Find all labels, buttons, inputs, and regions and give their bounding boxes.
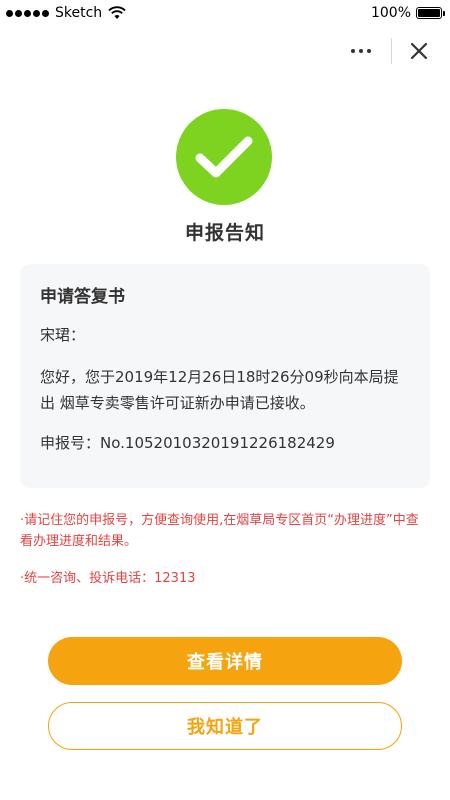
card-recipient: 宋珺： bbox=[40, 326, 86, 344]
card-body: 您好，您于2019年12月26日18时26分09秒向本局提出 烟草专卖零售许可证… bbox=[40, 368, 399, 412]
battery-percent: 100% bbox=[370, 5, 411, 21]
signal-icon bbox=[6, 9, 49, 17]
close-icon[interactable] bbox=[404, 36, 434, 66]
application-number-label: 申报号： bbox=[40, 434, 101, 452]
status-bar: Sketch 100% bbox=[0, 0, 450, 26]
notice-card: 申请答复书 宋珺： 您好，您于2019年12月26日18时26分09秒向本局提出… bbox=[20, 264, 430, 488]
application-number-value: No.1052010320191226182429 bbox=[100, 434, 335, 452]
checkmark-icon bbox=[195, 136, 253, 178]
nav-divider bbox=[391, 38, 392, 64]
success-badge bbox=[176, 109, 272, 205]
battery-icon bbox=[416, 7, 445, 19]
view-details-button[interactable]: 查看详情 bbox=[48, 637, 402, 685]
application-number: 申报号：No.1052010320191226182429 bbox=[40, 432, 410, 454]
more-dots-icon[interactable] bbox=[343, 36, 379, 66]
tip-remember-number: ·请记住您的申报号，方便查询使用,在烟草局专区首页“办理进度”中查看办理进度和结… bbox=[20, 513, 419, 549]
nav-actions bbox=[343, 36, 434, 66]
wifi-icon bbox=[108, 6, 126, 19]
page-title: 申报告知 bbox=[184, 222, 265, 244]
acknowledge-button[interactable]: 我知道了 bbox=[48, 702, 402, 750]
card-title: 申请答复书 bbox=[40, 287, 125, 307]
status-right: 100% bbox=[370, 5, 445, 21]
status-left: Sketch bbox=[6, 5, 126, 21]
carrier-name: Sketch bbox=[55, 5, 103, 21]
tip-hotline: ·统一咨询、投诉电话：12313 bbox=[20, 571, 196, 586]
